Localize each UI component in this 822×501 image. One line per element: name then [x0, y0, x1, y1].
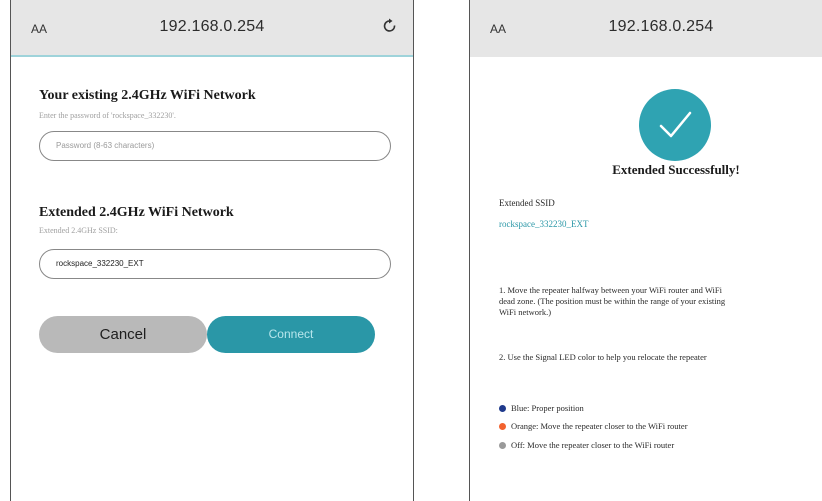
led-state-blue: Blue: Proper position — [499, 403, 584, 413]
led-state-text: Orange: Move the repeater closer to the … — [511, 421, 688, 431]
password-input[interactable]: Password (8-63 characters) — [39, 131, 391, 161]
extended-ssid-hint: Extended 2.4GHz SSID: — [39, 226, 118, 235]
led-state-orange: Orange: Move the repeater closer to the … — [499, 421, 688, 431]
instruction-line: dead zone. (The position must be within … — [499, 296, 726, 306]
instruction-line: WiFi network.) — [499, 307, 552, 317]
instruction-line: 1. Move the repeater halfway between you… — [499, 285, 723, 295]
existing-network-hint: Enter the password of 'rockspace_332230'… — [39, 111, 176, 120]
instruction-step-2: 2. Use the Signal LED color to help you … — [499, 352, 707, 362]
led-state-off: Off: Move the repeater closer to the WiF… — [499, 440, 674, 450]
extended-network-title: Extended 2.4GHz WiFi Network — [39, 205, 234, 220]
orange-dot-icon — [499, 423, 506, 430]
success-check-icon — [639, 89, 711, 161]
connect-button[interactable]: Connect — [207, 316, 375, 353]
led-state-text: Off: Move the repeater closer to the WiF… — [511, 440, 675, 450]
right-phone-screen: AA 192.168.0.254 Extended Successfully! … — [469, 0, 822, 501]
left-phone-screen: AA 192.168.0.254 Your existing 2.4GHz Wi… — [10, 0, 414, 501]
cancel-button[interactable]: Cancel — [39, 316, 207, 353]
extended-ssid-value: rockspace_332230_EXT — [499, 219, 589, 229]
extended-ssid-input[interactable]: rockspace_332230_EXT — [39, 249, 391, 279]
gray-dot-icon — [499, 442, 506, 449]
url-display[interactable]: 192.168.0.254 — [11, 18, 413, 36]
existing-network-title: Your existing 2.4GHz WiFi Network — [39, 88, 256, 103]
address-bar[interactable]: AA 192.168.0.254 — [11, 0, 413, 57]
instruction-step-1: 1. Move the repeater halfway between you… — [499, 285, 822, 318]
address-bar[interactable]: AA 192.168.0.254 — [470, 0, 822, 57]
success-title: Extended Successfully! — [612, 162, 740, 177]
reload-icon[interactable] — [383, 18, 397, 39]
blue-dot-icon — [499, 405, 506, 412]
led-state-text: Blue: Proper position — [511, 403, 584, 413]
url-display[interactable]: 192.168.0.254 — [470, 18, 822, 36]
extended-ssid-label: Extended SSID — [499, 198, 555, 208]
